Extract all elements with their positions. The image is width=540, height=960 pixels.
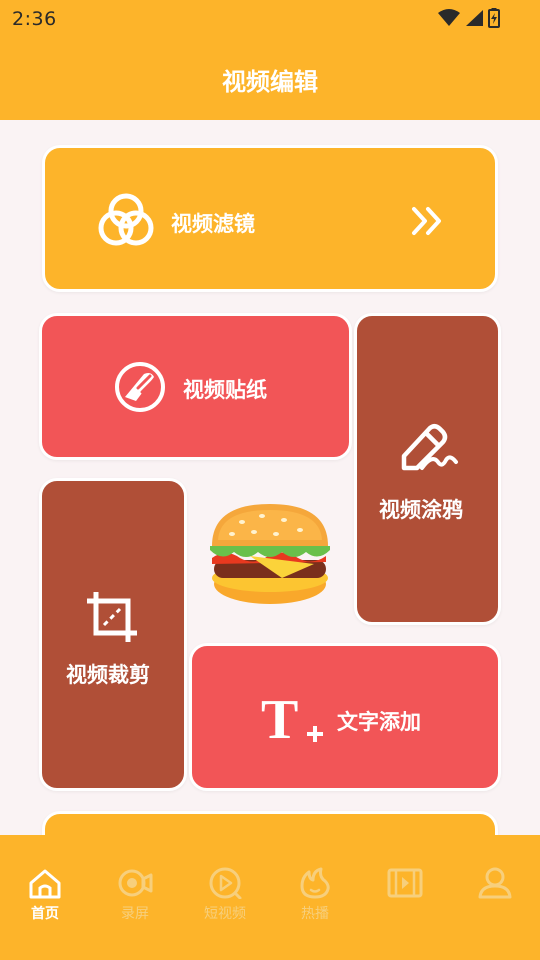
video-filter-card[interactable]: 视频滤镜 xyxy=(42,145,498,292)
battery-icon xyxy=(488,8,500,28)
status-time: 2:36 xyxy=(12,8,57,30)
nav-short-video[interactable]: 短视频 xyxy=(180,867,270,923)
video-crop-label: 视频裁剪 xyxy=(66,663,150,687)
nav-record[interactable]: 录屏 xyxy=(90,867,180,923)
home-icon xyxy=(29,869,61,899)
nav-home-label: 首页 xyxy=(31,906,59,922)
burger-illustration xyxy=(210,504,330,604)
video-doodle-label: 视频涂鸦 xyxy=(379,498,463,522)
play-circle-icon xyxy=(209,867,242,899)
app-screen: 2:36 视频编辑 视频滤镜 视频贴纸 视频涂鸦 视频裁剪 T 文字添加 首页 … xyxy=(0,0,540,960)
text-add-card[interactable]: T 文字添加 xyxy=(189,643,501,791)
video-sticker-label: 视频贴纸 xyxy=(183,378,267,402)
video-crop-card[interactable]: 视频裁剪 xyxy=(39,478,187,791)
page-title: 视频编辑 xyxy=(222,68,318,96)
status-icons xyxy=(438,6,500,30)
nav-short-video-label: 短视频 xyxy=(204,906,246,922)
signal-icon xyxy=(466,10,483,26)
wifi-icon xyxy=(438,9,460,26)
bottom-nav: 首页 录屏 短视频 热播 xyxy=(0,835,540,960)
nav-film[interactable] xyxy=(360,867,450,903)
filter-circles-icon xyxy=(98,193,154,246)
sticker-icon xyxy=(115,362,165,412)
text-add-label: 文字添加 xyxy=(337,710,421,734)
video-sticker-card[interactable]: 视频贴纸 xyxy=(39,313,352,460)
svg-text:T: T xyxy=(261,690,298,748)
video-filter-label: 视频滤镜 xyxy=(171,212,255,236)
nav-home[interactable]: 首页 xyxy=(0,867,90,923)
double-chevron-right-icon xyxy=(412,207,441,235)
top-bar: 2:36 视频编辑 xyxy=(0,0,540,120)
film-icon xyxy=(387,868,423,898)
video-doodle-card[interactable]: 视频涂鸦 xyxy=(354,313,501,625)
nav-hot[interactable]: 热播 xyxy=(270,867,360,923)
nav-profile[interactable] xyxy=(450,867,540,903)
text-add-icon: T xyxy=(261,690,323,748)
flame-icon xyxy=(300,867,330,899)
record-camera-icon xyxy=(118,869,153,897)
pencil-icon xyxy=(401,424,458,471)
user-icon xyxy=(478,867,512,899)
nav-hot-label: 热播 xyxy=(301,906,329,922)
nav-record-label: 录屏 xyxy=(121,906,149,922)
crop-icon xyxy=(87,592,137,642)
